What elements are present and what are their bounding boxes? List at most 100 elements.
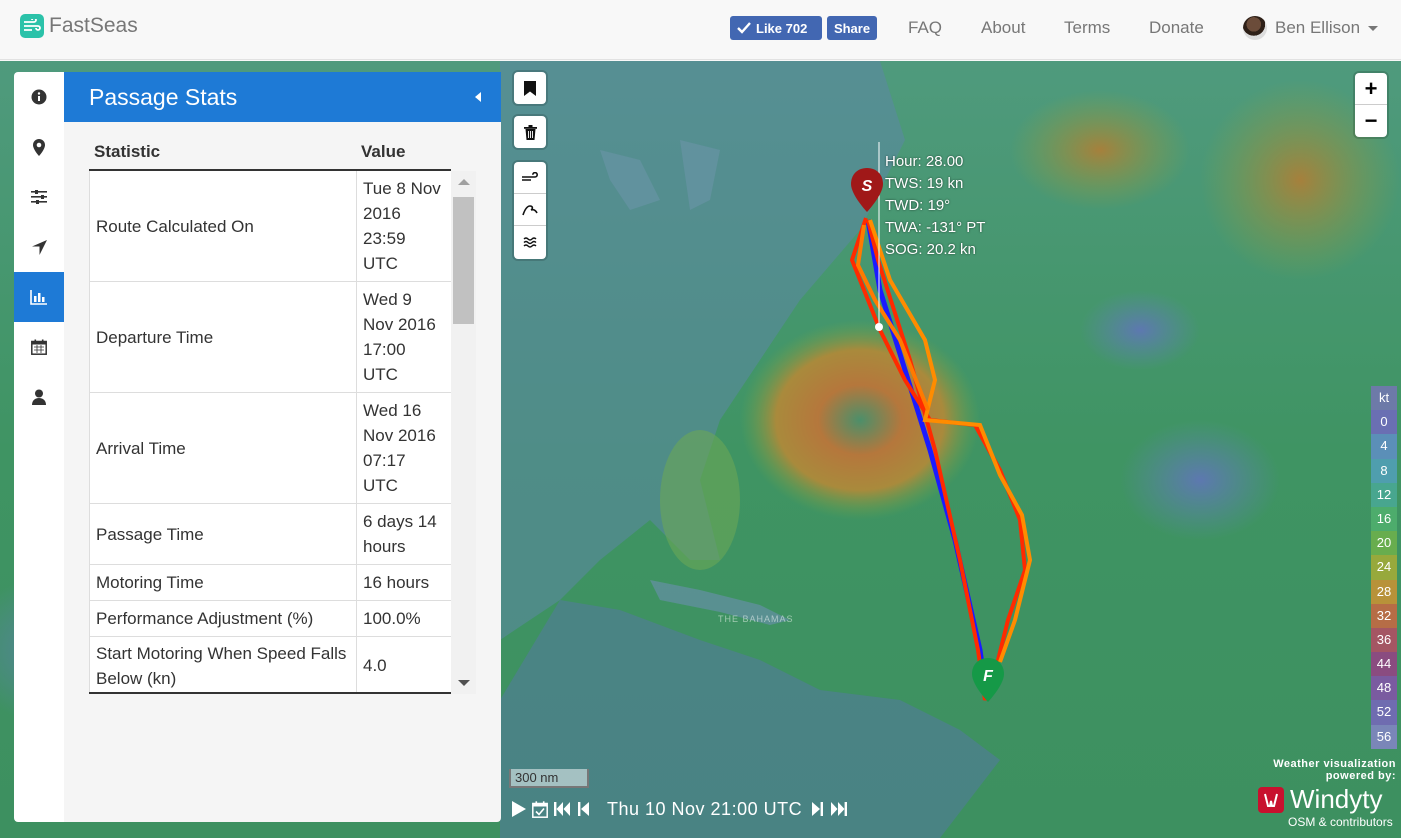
finish-marker[interactable]: F <box>970 656 1006 706</box>
passage-stats-panel: Passage Stats Statistic Value Route Calc… <box>64 72 501 822</box>
avatar <box>1243 16 1267 40</box>
legend-step: 4 <box>1371 434 1397 459</box>
tooltip-tws: TWS: 19 kn <box>885 175 964 192</box>
check-icon <box>737 22 751 34</box>
column-header-statistic: Statistic <box>94 142 161 161</box>
wind-icon <box>522 171 538 181</box>
table-row: Performance Adjustment (%) 100.0% <box>89 601 451 637</box>
osm-attribution[interactable]: OSM & contributors <box>1288 815 1393 829</box>
table-row: Route Calculated On Tue 8 Nov 2016 23:59… <box>89 171 451 282</box>
stats-table-body[interactable]: Route Calculated On Tue 8 Nov 2016 23:59… <box>89 171 451 694</box>
swell-layer-button[interactable] <box>514 194 546 226</box>
stat-value: 100.0% <box>363 609 421 628</box>
play-icon[interactable] <box>512 801 526 817</box>
sidebar-item-stats[interactable] <box>14 272 64 322</box>
table-scrollbar[interactable] <box>451 171 476 694</box>
legend-step: 56 <box>1371 724 1397 749</box>
tooltip-sog: SOG: 20.2 kn <box>885 241 976 258</box>
start-marker-label: S <box>862 178 873 195</box>
nav-about-link[interactable]: About <box>981 18 1025 38</box>
windyty-name: Windyty <box>1290 784 1383 814</box>
bookmark-icon <box>524 80 536 96</box>
legend-step: 52 <box>1371 700 1397 725</box>
scroll-up-icon[interactable] <box>458 179 470 185</box>
legend-step: 8 <box>1371 458 1397 483</box>
calendar-check-icon[interactable] <box>532 800 548 818</box>
table-row: Motoring Time 16 hours <box>89 565 451 601</box>
waves-icon <box>523 237 537 248</box>
waves-layer-button[interactable] <box>514 226 546 258</box>
windyty-link[interactable]: Windyty <box>1258 784 1382 815</box>
legend-step: 32 <box>1371 603 1397 628</box>
route-hover-tooltip: Hour: 28.00 TWS: 19 kn TWD: 19° TWA: -13… <box>885 151 985 261</box>
brand[interactable]: FastSeas <box>20 14 138 38</box>
chevron-down-icon <box>1368 25 1379 31</box>
zoom-control: + − <box>1355 73 1387 137</box>
sidebar-item-schedule[interactable] <box>14 322 64 372</box>
sidebar-item-account[interactable] <box>14 372 64 422</box>
stat-label: Route Calculated On <box>89 171 357 281</box>
tooltip-hour: Hour: 28.00 <box>885 153 964 170</box>
legend-unit: kt <box>1371 386 1397 411</box>
step-forward-icon[interactable] <box>812 802 824 816</box>
panel-header: Passage Stats <box>64 72 501 122</box>
wind-layer-button[interactable] <box>514 162 546 194</box>
table-row: Arrival Time Wed 16 Nov 2016 07:17 UTC <box>89 393 451 504</box>
wave-icon <box>522 204 538 215</box>
zoom-in-button[interactable]: + <box>1355 73 1387 105</box>
nav-terms-link[interactable]: Terms <box>1064 18 1110 38</box>
sidebar-item-settings[interactable] <box>14 172 64 222</box>
legend-step: 36 <box>1371 627 1397 653</box>
bookmark-button[interactable] <box>514 72 546 104</box>
stat-value: 6 days 14 hours <box>363 512 437 556</box>
skip-to-start-icon[interactable] <box>554 802 572 816</box>
facebook-like-button[interactable]: Like 702 <box>730 16 822 40</box>
current-time-label: Thu 10 Nov 21:00 UTC <box>607 798 803 819</box>
collapse-panel-icon[interactable] <box>475 92 481 102</box>
skip-to-end-icon[interactable] <box>829 802 848 816</box>
nav-donate-link[interactable]: Donate <box>1149 18 1204 38</box>
legend-step: 20 <box>1371 531 1397 556</box>
sidebar-item-info[interactable] <box>14 72 64 122</box>
start-marker[interactable]: S <box>849 166 885 214</box>
legend-step: 0 <box>1371 410 1397 435</box>
wind-speed-legend: kt 0 4 8 12 16 20 24 28 32 36 44 48 52 5… <box>1371 386 1397 749</box>
credit-line-1: Weather visualization <box>1273 758 1396 770</box>
delete-button[interactable] <box>514 116 546 148</box>
navbar: FastSeas Like 702 Share FAQ About Terms … <box>0 0 1401 60</box>
map-marker-icon <box>33 138 45 156</box>
brand-name: FastSeas <box>49 14 138 37</box>
stat-value: 4.0 <box>363 656 387 675</box>
stat-label: Arrival Time <box>89 393 357 503</box>
scroll-thumb[interactable] <box>453 197 474 324</box>
user-menu[interactable]: Ben Ellison <box>1243 16 1379 40</box>
stat-value: Wed 9 Nov 2016 17:00 UTC <box>363 290 436 384</box>
info-icon <box>31 89 47 105</box>
legend-step: 44 <box>1371 652 1397 677</box>
stat-label: Passage Time <box>89 504 357 564</box>
user-icon <box>32 389 46 405</box>
stat-label: Departure Time <box>89 282 357 392</box>
map-label-bahamas: THE BAHAMAS <box>718 614 794 624</box>
trash-icon <box>523 124 537 140</box>
stat-label: Start Motoring When Speed Falls Below (k… <box>89 637 357 692</box>
nav-faq-link[interactable]: FAQ <box>908 18 942 38</box>
facebook-share-button[interactable]: Share <box>827 16 877 40</box>
sidebar-rail <box>14 72 64 822</box>
windyty-logo-icon <box>1258 786 1284 813</box>
zoom-out-button[interactable]: − <box>1355 105 1387 137</box>
column-header-value: Value <box>361 142 406 161</box>
finish-marker-label: F <box>983 668 994 685</box>
facebook-like-label: Like 702 <box>756 20 808 36</box>
stat-value: Tue 8 Nov 2016 23:59 UTC <box>363 179 441 273</box>
legend-step: 28 <box>1371 579 1397 604</box>
location-arrow-icon <box>31 239 47 255</box>
timeline-controls: Thu 10 Nov 21:00 UTC <box>512 796 853 822</box>
sidebar-item-locations[interactable] <box>14 122 64 172</box>
scroll-down-icon[interactable] <box>458 680 470 686</box>
step-back-icon[interactable] <box>578 802 589 816</box>
sidebar-item-navigation[interactable] <box>14 222 64 272</box>
credit-line-2: powered by: <box>1325 770 1396 782</box>
stats-table-header: Statistic Value <box>89 142 451 171</box>
stat-value: 16 hours <box>363 573 430 592</box>
